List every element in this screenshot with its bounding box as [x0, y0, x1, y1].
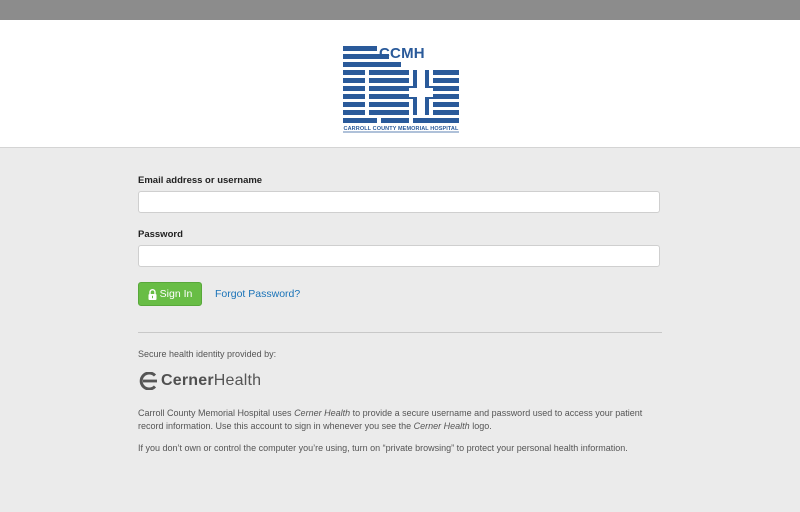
info-paragraph-2: If you don’t own or control the computer…: [138, 443, 628, 453]
cerner-logo-icon: [139, 372, 157, 390]
lock-icon: [148, 288, 157, 300]
browser-top-bar: [0, 0, 800, 20]
cerner-health-logo: CernerHealth: [138, 371, 261, 391]
page-header: CCMH CARROLL COUNTY MEMORIAL HOSPITAL: [0, 20, 800, 148]
divider: [138, 332, 662, 333]
info-emphasis: Cerner Health: [294, 408, 351, 418]
secure-identity-text: Secure health identity provided by:: [138, 349, 277, 359]
email-input[interactable]: [138, 191, 660, 213]
cerner-health-wordmark: CernerHealth: [161, 372, 261, 390]
info-paragraph-1: Carroll County Memorial Hospital uses Ce…: [138, 407, 662, 432]
password-input[interactable]: [138, 245, 660, 267]
cerner-wordmark-light: Health: [213, 372, 262, 389]
cerner-wordmark-bold: Cerner: [161, 372, 214, 389]
email-label: Email address or username: [138, 175, 263, 186]
forgot-password-link[interactable]: Forgot Password?: [215, 288, 300, 300]
info-text: Carroll County Memorial Hospital uses: [138, 408, 295, 418]
sign-in-button[interactable]: Sign In: [138, 282, 202, 306]
logo-abbreviation: CCMH: [379, 45, 425, 62]
logo-caption: CARROLL COUNTY MEMORIAL HOSPITAL: [343, 126, 459, 132]
info-text: logo.: [469, 420, 492, 431]
info-emphasis: Cerner Health: [413, 420, 470, 431]
sign-in-label: Sign In: [159, 288, 193, 300]
password-label: Password: [138, 229, 183, 240]
ccmh-logo: CCMH CARROLL COUNTY MEMORIAL HOSPITAL: [341, 44, 461, 136]
